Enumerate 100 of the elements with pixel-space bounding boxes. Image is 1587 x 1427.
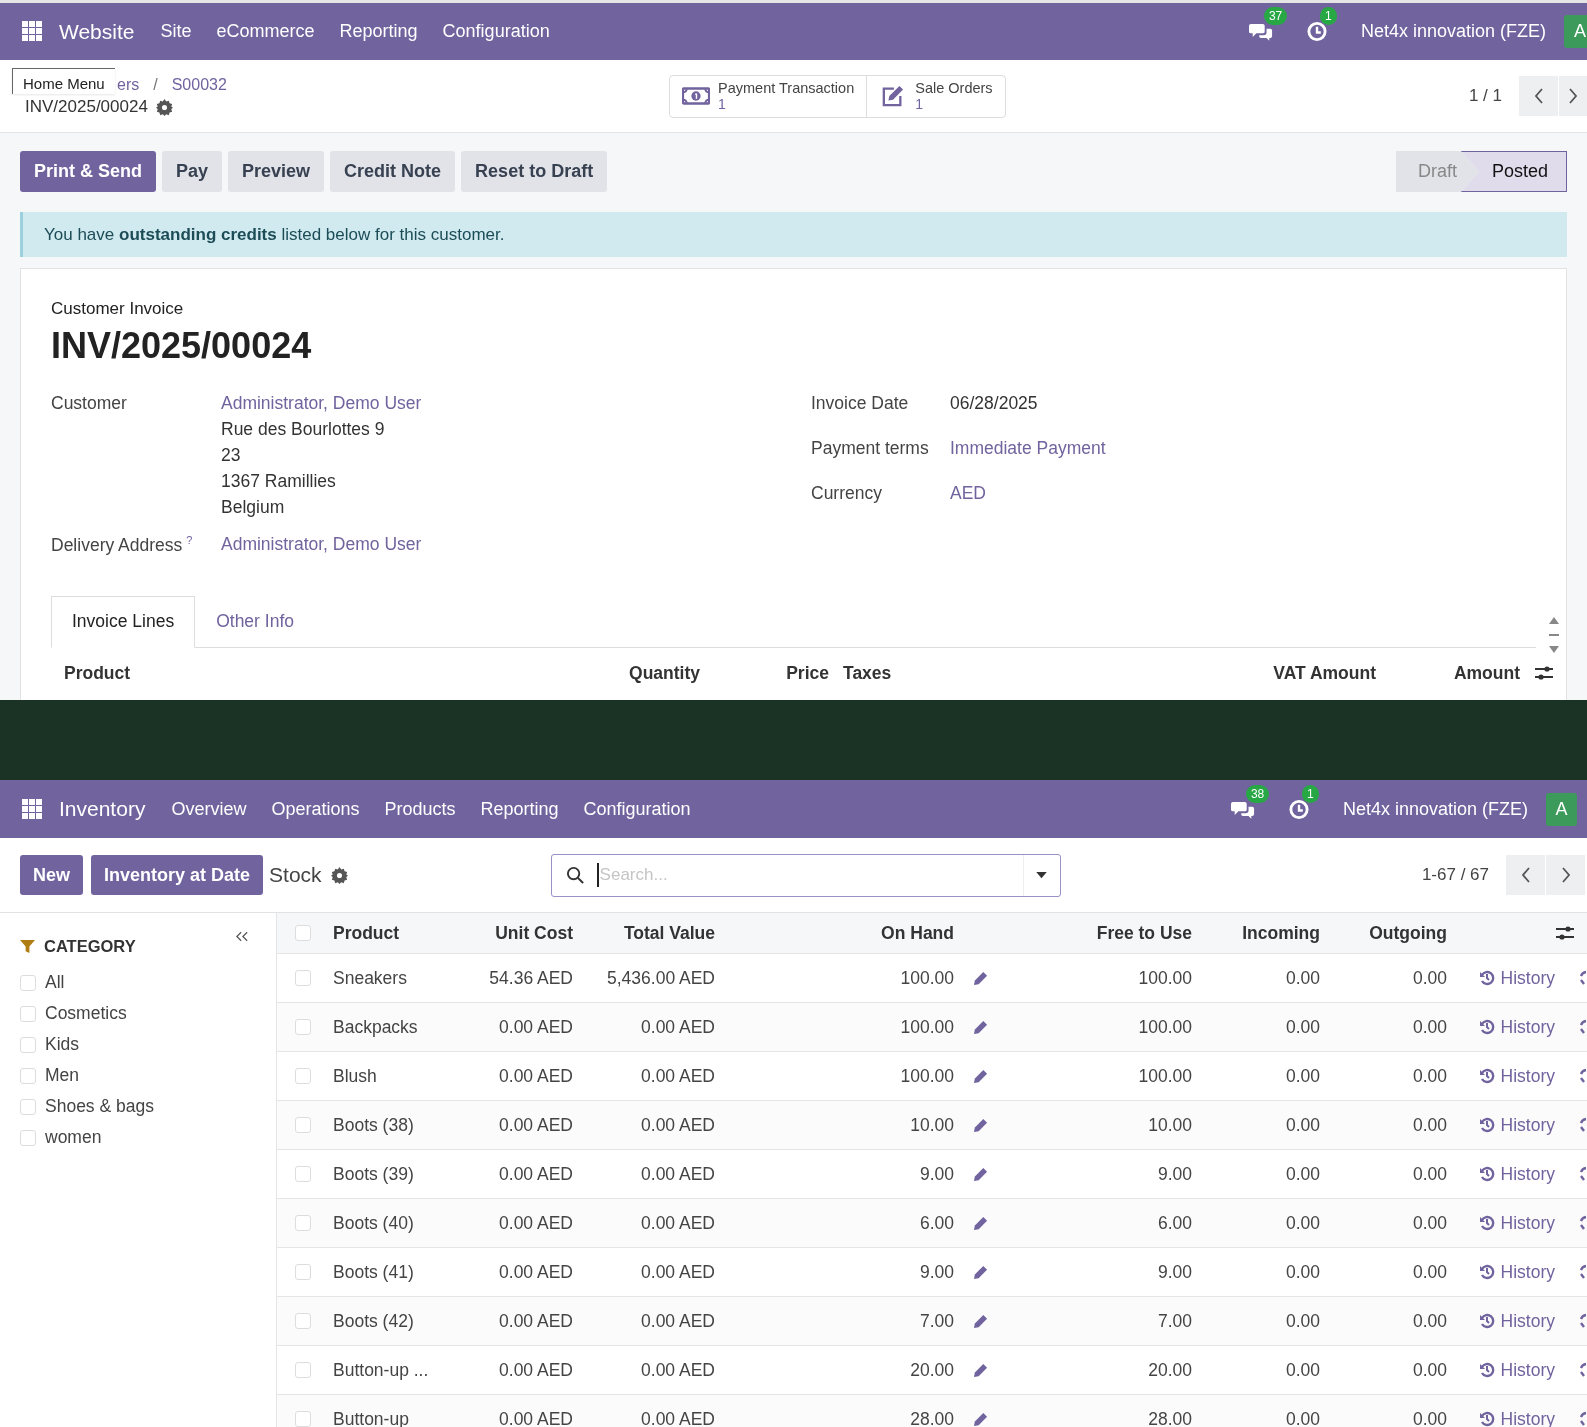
- menu-item[interactable]: Reporting: [480, 798, 559, 820]
- action-button[interactable]: Print & Send: [20, 151, 156, 192]
- smart-button[interactable]: Payment Transaction 1: [670, 75, 868, 117]
- history-link[interactable]: History: [1478, 1212, 1555, 1234]
- product-cell[interactable]: Boots (40): [329, 1212, 469, 1234]
- settings-icon[interactable]: [330, 866, 348, 884]
- product-cell[interactable]: Blush: [329, 1065, 469, 1087]
- app-name[interactable]: Inventory: [59, 797, 146, 821]
- tab[interactable]: Other Info: [195, 595, 315, 647]
- product-cell[interactable]: Boots (39): [329, 1163, 469, 1185]
- status-step[interactable]: Posted: [1460, 151, 1567, 192]
- search-field[interactable]: Search...: [550, 853, 1061, 897]
- row-checkbox[interactable]: [295, 1215, 311, 1231]
- settings-icon[interactable]: [155, 98, 173, 116]
- column-header[interactable]: Outgoing: [1320, 922, 1447, 944]
- product-cell[interactable]: Backpacks: [329, 1016, 469, 1038]
- history-link[interactable]: History: [1478, 967, 1555, 989]
- history-link[interactable]: History: [1478, 1310, 1555, 1332]
- column-header[interactable]: Free to Use: [1006, 922, 1192, 944]
- next-button[interactable]: [1559, 76, 1587, 116]
- menu-item[interactable]: Operations: [271, 798, 360, 820]
- user-avatar[interactable]: A: [1546, 792, 1577, 826]
- action-button[interactable]: Reset to Draft: [461, 151, 608, 192]
- column-header[interactable]: Product: [329, 922, 469, 944]
- action-button[interactable]: Pay: [162, 151, 223, 192]
- new-button[interactable]: New: [20, 855, 83, 895]
- clock-icon[interactable]: [1304, 21, 1329, 42]
- pencil-icon[interactable]: [972, 1019, 988, 1035]
- row-checkbox[interactable]: [295, 1117, 311, 1133]
- action-button[interactable]: Preview: [228, 151, 325, 192]
- chat-icon[interactable]: [1248, 21, 1273, 42]
- apps-menu-icon[interactable]: [22, 21, 43, 42]
- company-name[interactable]: Net4x innovation (FZE): [1342, 798, 1528, 820]
- user-avatar[interactable]: A: [1564, 15, 1587, 48]
- row-checkbox[interactable]: [295, 970, 311, 986]
- clock-icon[interactable]: [1286, 798, 1311, 820]
- row-checkbox[interactable]: [295, 1411, 311, 1427]
- menu-item[interactable]: Configuration: [583, 798, 691, 820]
- category-label[interactable]: women: [45, 1127, 102, 1148]
- customer-link[interactable]: Administrator, Demo User: [221, 393, 422, 414]
- menu-item[interactable]: eCommerce: [216, 21, 315, 42]
- row-checkbox[interactable]: [295, 1313, 311, 1329]
- category-label[interactable]: Men: [45, 1065, 80, 1086]
- row-checkbox[interactable]: [295, 1264, 311, 1280]
- history-link[interactable]: History: [1478, 1163, 1555, 1185]
- field-link[interactable]: Immediate Payment: [950, 438, 1106, 459]
- product-cell[interactable]: Boots (42): [329, 1310, 469, 1332]
- tab[interactable]: Invoice Lines: [51, 595, 196, 648]
- action-button[interactable]: Credit Note: [330, 151, 456, 192]
- column-settings-icon[interactable]: [1534, 664, 1554, 681]
- category-checkbox[interactable]: [20, 1005, 36, 1022]
- pencil-icon[interactable]: [972, 970, 988, 986]
- column-header[interactable]: Incoming: [1192, 922, 1320, 944]
- menu-item[interactable]: Overview: [171, 798, 247, 820]
- scroll-arrows-icon[interactable]: [1548, 615, 1560, 655]
- category-label[interactable]: All: [45, 972, 65, 993]
- breadcrumb-link[interactable]: ers: [117, 76, 140, 94]
- row-checkbox[interactable]: [295, 1019, 311, 1035]
- history-link[interactable]: History: [1478, 1016, 1555, 1038]
- menu-item[interactable]: Site: [160, 21, 192, 42]
- category-label[interactable]: Kids: [45, 1034, 80, 1055]
- smart-button[interactable]: Sale Orders 1: [867, 75, 1005, 117]
- app-name[interactable]: Website: [59, 19, 135, 44]
- pencil-icon[interactable]: [972, 1068, 988, 1084]
- company-name[interactable]: Net4x innovation (FZE): [1360, 21, 1546, 42]
- product-cell[interactable]: Button-up ...: [329, 1359, 469, 1381]
- breadcrumb-link[interactable]: S00032: [171, 76, 227, 94]
- history-link[interactable]: History: [1478, 1359, 1555, 1381]
- apps-menu-icon[interactable]: [22, 798, 43, 820]
- category-checkbox[interactable]: [20, 1036, 36, 1053]
- history-link[interactable]: History: [1478, 1114, 1555, 1136]
- history-link[interactable]: History: [1478, 1065, 1555, 1087]
- category-label[interactable]: Shoes & bags: [45, 1096, 154, 1117]
- inventory-at-date-button[interactable]: Inventory at Date: [91, 855, 264, 895]
- collapse-sidebar-button[interactable]: [236, 930, 248, 942]
- column-settings-icon[interactable]: [1555, 925, 1575, 941]
- pencil-icon[interactable]: [972, 1313, 988, 1329]
- product-cell[interactable]: Sneakers: [329, 967, 469, 989]
- row-checkbox[interactable]: [295, 1166, 311, 1182]
- category-checkbox[interactable]: [20, 1098, 36, 1115]
- pencil-icon[interactable]: [972, 1215, 988, 1231]
- customer-link[interactable]: Administrator, Demo User: [221, 534, 422, 555]
- history-link[interactable]: History: [1478, 1261, 1555, 1283]
- row-checkbox[interactable]: [295, 1362, 311, 1378]
- pencil-icon[interactable]: [972, 1117, 988, 1133]
- category-checkbox[interactable]: [20, 974, 36, 991]
- menu-item[interactable]: Reporting: [339, 21, 418, 42]
- field-link[interactable]: AED: [950, 483, 986, 504]
- column-header[interactable]: Unit Cost: [469, 922, 573, 944]
- column-header[interactable]: Total Value: [573, 922, 715, 944]
- pencil-icon[interactable]: [972, 1264, 988, 1280]
- category-label[interactable]: Cosmetics: [45, 1003, 127, 1024]
- column-header[interactable]: On Hand: [715, 922, 954, 944]
- pencil-icon[interactable]: [972, 1166, 988, 1182]
- search-input[interactable]: Search...: [596, 863, 1023, 887]
- pencil-icon[interactable]: [972, 1411, 988, 1427]
- product-cell[interactable]: Boots (41): [329, 1261, 469, 1283]
- pencil-icon[interactable]: [972, 1362, 988, 1378]
- product-cell[interactable]: Boots (38): [329, 1114, 469, 1136]
- category-checkbox[interactable]: [20, 1067, 36, 1084]
